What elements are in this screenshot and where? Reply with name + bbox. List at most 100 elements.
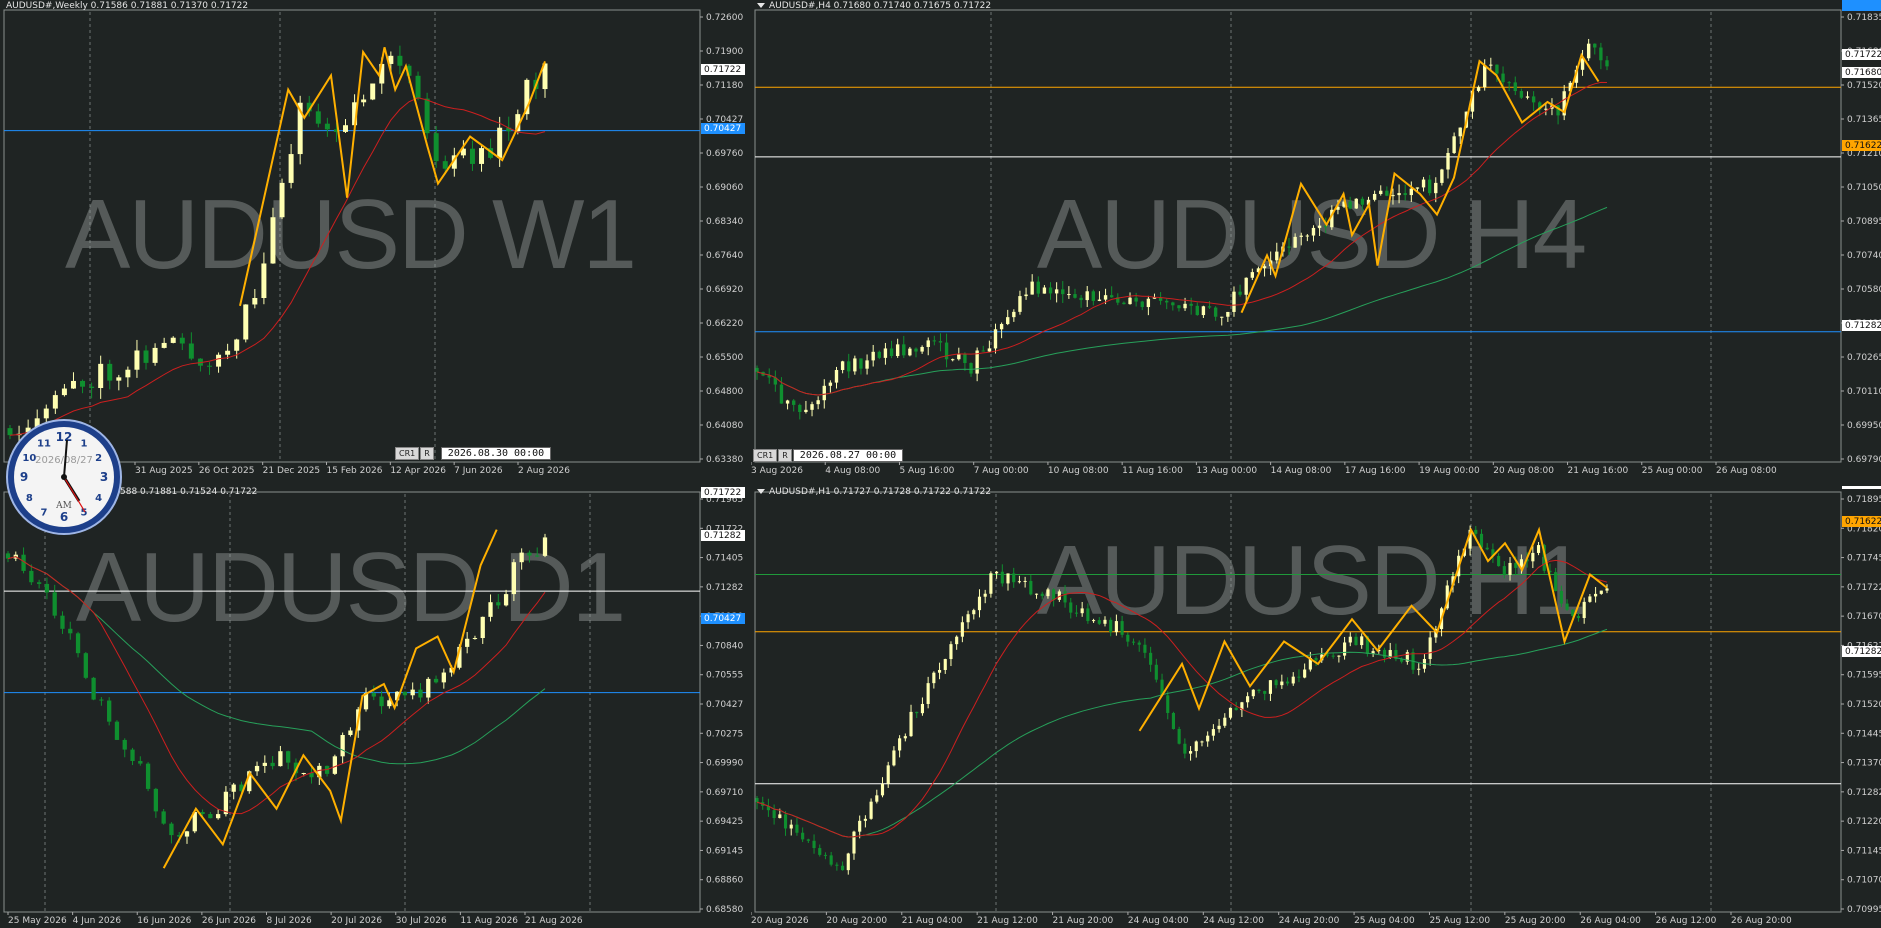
candle-body <box>433 678 439 683</box>
cr1-button[interactable]: CR1 <box>395 447 420 460</box>
candle-body <box>1502 566 1506 575</box>
candle-body <box>812 840 816 849</box>
candle-body <box>1452 136 1456 153</box>
candle-body <box>1280 681 1284 686</box>
candle-body <box>852 831 856 854</box>
candle-body <box>943 659 947 670</box>
chart-h1[interactable]: AUDUSD H10.718950.718200.717450.717220.7… <box>751 486 1881 928</box>
cr1-button[interactable]: CR1 <box>753 449 778 462</box>
clock-number: 2 <box>95 453 102 464</box>
chart-d1[interactable]: AUDUSD D10.719650.717220.714050.712820.7… <box>0 486 750 928</box>
candle-body <box>1317 225 1322 228</box>
candle-body <box>261 263 267 299</box>
candle-body <box>1391 195 1395 197</box>
y-axis-label: 0.72600 <box>706 13 743 23</box>
candle-body <box>1029 580 1033 595</box>
watermark: AUDUSD W1 <box>65 179 635 289</box>
candle-body <box>1559 591 1563 604</box>
candle-body <box>789 824 793 829</box>
candle-body <box>1137 642 1141 645</box>
x-axis-label: 7 Aug 00:00 <box>974 466 1029 476</box>
candle-body <box>1285 681 1290 684</box>
x-axis-label: 26 Jun 2026 <box>202 916 256 926</box>
y-axis-label: 0.71282 <box>1847 788 1881 798</box>
candle-body <box>1046 589 1050 597</box>
candle-body <box>52 592 57 616</box>
candle-body <box>442 161 448 169</box>
candle-body <box>511 562 517 595</box>
candle-body <box>1531 96 1536 103</box>
x-axis-label: 14 Aug 08:00 <box>1271 466 1332 476</box>
candle-body <box>1188 751 1193 754</box>
candle-body <box>1385 190 1389 196</box>
chart-pane-d1[interactable]: 588 0.71881 0.71524 0.71722 AUDUSD D1 0.7… <box>0 486 750 928</box>
x-axis-label: 12 Apr 2026 <box>390 466 446 476</box>
candle-body <box>1154 664 1158 680</box>
chart-w1[interactable]: AUDUSD W1 0.72600 0.71900 0.71180 0.70427 0.6… <box>0 0 750 484</box>
candle-body <box>1576 616 1581 619</box>
candle-body <box>488 602 493 617</box>
chart-pane-h1[interactable]: AUDUSD#,H1 0.71727 0.71728 0.71722 0.717… <box>751 486 1881 928</box>
chart-h4[interactable]: AUDUSD H4 0.71835 0.71680 0.71520 0.71365 0.7… <box>751 0 1881 484</box>
datetime-box[interactable]: 2026.08.27 00:00 <box>792 449 904 462</box>
price-tag-label: 0.71282 <box>1845 647 1881 657</box>
candle-body <box>43 408 49 419</box>
candle-body <box>1036 281 1040 294</box>
candle-body <box>806 839 810 841</box>
y-axis-label: 0.69990 <box>706 759 743 769</box>
candle-body <box>792 400 796 405</box>
x-axis-label: 24 Aug 20:00 <box>1279 916 1340 926</box>
candle-body <box>914 348 918 352</box>
chart-pane-w1[interactable]: AUDUSD#,Weekly 0.71586 0.71881 0.71370 0… <box>0 0 750 484</box>
y-axis-label: 0.70895 <box>1847 217 1881 227</box>
candle-body <box>89 386 95 389</box>
candle-body <box>1140 301 1144 308</box>
candle-body <box>1513 82 1517 92</box>
price-tag-label: 0.71680 <box>1845 68 1881 78</box>
candle-body <box>179 337 185 344</box>
candle-body <box>535 555 540 557</box>
candle-body <box>332 756 338 774</box>
x-axis-label: 7 Jun 2026 <box>454 466 503 476</box>
candle-body <box>286 751 291 763</box>
candle-body <box>983 593 987 597</box>
candle-body <box>772 810 776 819</box>
candle-body <box>957 354 961 360</box>
r-button[interactable]: R <box>778 449 792 462</box>
y-axis-label: 0.71670 <box>1847 612 1881 622</box>
candle-body <box>972 610 976 615</box>
chart-pane-h4[interactable]: AUDUSD#,H4 0.71680 0.71740 0.71675 0.717… <box>751 0 1881 484</box>
y-axis-label: 0.71445 <box>1847 729 1881 739</box>
candle-body <box>908 348 912 356</box>
candle-body <box>1379 190 1383 194</box>
candle-body <box>1220 316 1224 318</box>
candle-body <box>1183 303 1187 309</box>
x-axis-label: 17 Aug 16:00 <box>1345 466 1406 476</box>
candle-body <box>1257 689 1261 692</box>
candle-body <box>107 700 112 722</box>
candle-body <box>1006 317 1010 325</box>
datetime-box[interactable]: 2026.08.30 00:00 <box>440 447 552 460</box>
y-axis-label: 0.70580 <box>1847 285 1881 295</box>
candle-body <box>1114 621 1118 633</box>
candle-body <box>1092 620 1096 622</box>
r-button[interactable]: R <box>420 447 434 460</box>
y-axis-label: 0.69710 <box>706 788 743 798</box>
candle-body <box>254 765 260 772</box>
candle-body <box>479 148 485 164</box>
price-tag-label: 0.71722 <box>704 488 741 498</box>
candle-body <box>44 583 50 593</box>
candle-body <box>1040 593 1044 597</box>
candle-body <box>234 339 240 351</box>
candle-body <box>188 343 194 359</box>
candle-body <box>1109 295 1114 298</box>
x-axis-label: 21 Aug 2026 <box>525 916 583 926</box>
y-axis-label: 0.68860 <box>706 876 743 886</box>
candle-body <box>834 369 839 383</box>
candle-body <box>1348 636 1352 643</box>
candle-body <box>1299 235 1303 237</box>
candle-body <box>278 751 283 767</box>
candle-body <box>91 677 96 700</box>
candle-body <box>153 788 159 812</box>
price-tag-label: 0.71722 <box>704 65 741 75</box>
